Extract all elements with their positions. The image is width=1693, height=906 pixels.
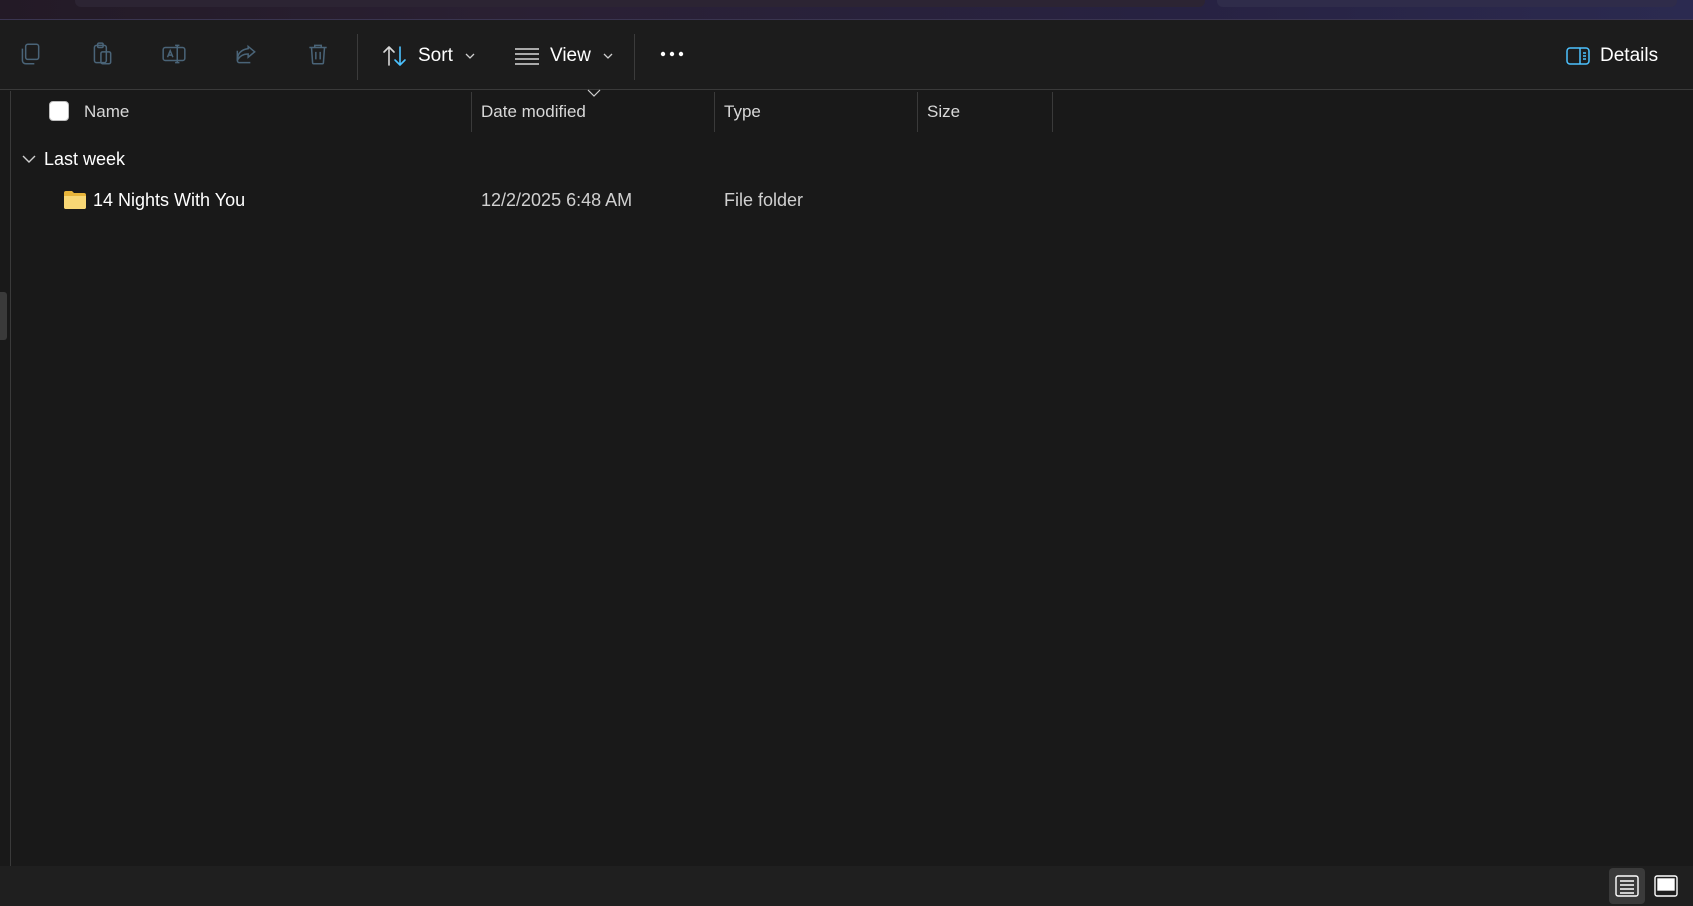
column-divider[interactable] bbox=[714, 92, 715, 132]
column-header-size[interactable]: Size bbox=[927, 91, 960, 133]
file-date-cell: 12/2/2025 6:48 AM bbox=[481, 189, 633, 210]
view-label: View bbox=[550, 45, 591, 66]
details-pane-button[interactable]: Details bbox=[1566, 38, 1658, 74]
share-button[interactable] bbox=[226, 34, 266, 74]
sort-button[interactable]: Sort bbox=[382, 38, 475, 74]
column-header-type-label: Type bbox=[724, 102, 761, 121]
column-divider[interactable] bbox=[471, 92, 472, 132]
file-type-cell: File folder bbox=[724, 189, 804, 210]
paste-button[interactable] bbox=[82, 34, 122, 74]
address-bar[interactable] bbox=[75, 0, 1205, 7]
details-label: Details bbox=[1600, 45, 1659, 66]
tiles-view-icon bbox=[1654, 875, 1678, 897]
status-bar bbox=[0, 866, 1693, 906]
chevron-down-icon bbox=[22, 155, 36, 163]
column-header-type[interactable]: Type bbox=[724, 91, 761, 133]
column-header-name-label: Name bbox=[84, 102, 130, 121]
column-header-date-modified[interactable]: Date modified bbox=[481, 91, 586, 133]
folder-icon bbox=[64, 191, 86, 209]
column-header-date-label: Date modified bbox=[481, 102, 586, 121]
view-button[interactable]: View bbox=[514, 38, 613, 74]
details-pane-icon bbox=[1566, 47, 1590, 65]
navigation-pane-toggle[interactable] bbox=[0, 292, 7, 340]
more-options-button[interactable] bbox=[652, 34, 692, 74]
window-top-strip bbox=[0, 0, 1693, 20]
rename-icon bbox=[162, 44, 186, 64]
paste-icon bbox=[93, 42, 112, 65]
tiles-view-button[interactable] bbox=[1648, 868, 1684, 904]
column-header-size-label: Size bbox=[927, 102, 961, 121]
more-icon bbox=[660, 51, 684, 57]
copy-icon bbox=[21, 43, 40, 65]
group-header-last-week[interactable]: Last week bbox=[22, 145, 125, 173]
list-item[interactable]: 14 Nights With You 12/2/2025 6:48 AM Fil… bbox=[20, 182, 1052, 218]
view-list-icon bbox=[515, 48, 539, 65]
share-icon bbox=[236, 44, 256, 64]
sort-label: Sort bbox=[418, 45, 453, 66]
select-all-checkbox[interactable] bbox=[49, 101, 69, 121]
delete-icon bbox=[309, 44, 327, 65]
sort-icon bbox=[383, 46, 406, 66]
file-name-cell: 14 Nights With You bbox=[63, 182, 245, 218]
rename-button[interactable] bbox=[154, 34, 194, 74]
chevron-down-icon bbox=[465, 53, 475, 59]
file-name: 14 Nights With You bbox=[93, 189, 246, 210]
chevron-down-icon bbox=[603, 53, 613, 59]
details-view-icon bbox=[1615, 875, 1639, 897]
navigation-pane-border bbox=[10, 91, 11, 866]
search-box[interactable] bbox=[1217, 0, 1677, 7]
delete-button[interactable] bbox=[298, 34, 338, 74]
toolbar-separator bbox=[357, 34, 358, 80]
sort-descending-icon bbox=[587, 89, 601, 97]
group-label: Last week bbox=[44, 148, 126, 169]
column-header-name[interactable]: Name bbox=[84, 91, 129, 133]
details-view-button[interactable] bbox=[1609, 868, 1645, 904]
column-divider[interactable] bbox=[1052, 92, 1053, 132]
command-bar: Sort View Details bbox=[0, 20, 1693, 90]
column-divider[interactable] bbox=[917, 92, 918, 132]
toolbar-separator bbox=[634, 34, 635, 80]
copy-button[interactable] bbox=[10, 34, 50, 74]
